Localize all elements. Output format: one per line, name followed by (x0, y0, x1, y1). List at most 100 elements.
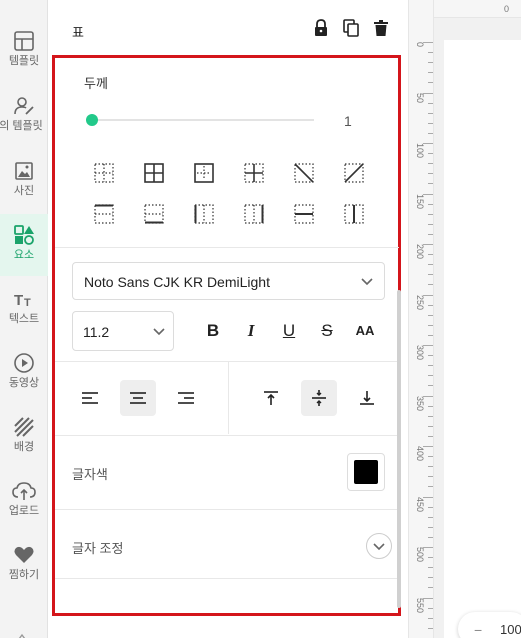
thickness-slider-thumb[interactable] (86, 114, 98, 126)
canvas-page[interactable] (444, 40, 521, 638)
vertical-ruler: 0 50 100 150 200 250 300 350 400 450 500 550 (408, 0, 434, 638)
italic-button[interactable]: I (237, 318, 265, 344)
ruler-tick (428, 223, 433, 225)
border-inner-icon[interactable] (244, 163, 264, 183)
ruler-tick (428, 415, 433, 417)
ruler-tick (428, 153, 433, 155)
valign-top-button[interactable] (253, 380, 289, 416)
ruler-tick (428, 102, 433, 104)
ruler-tick (428, 163, 433, 165)
text-case-button[interactable]: AA (351, 318, 379, 344)
ruler-tick (428, 112, 433, 114)
sidebar-item-templates[interactable]: 템플릿 (0, 30, 48, 92)
ruler-tick (428, 587, 433, 589)
person-edit-icon (14, 97, 34, 115)
ruler-tick (428, 52, 433, 54)
text-adjust-label: 글자 조정 (72, 541, 124, 556)
border-bottom-icon[interactable] (144, 204, 164, 224)
ruler-tick (428, 375, 433, 377)
ruler-tick (428, 516, 433, 518)
border-outer-icon[interactable] (194, 163, 214, 183)
panel-scrollbar[interactable] (397, 290, 401, 608)
border-diagonal-up-icon[interactable] (344, 163, 364, 183)
font-size-value: 11.2 (83, 324, 110, 340)
top-ruler-label: 0 (504, 4, 510, 14)
sidebar-item-label: 찜하기 (8, 569, 40, 581)
ruler-tick (423, 395, 433, 397)
valign-bottom-button[interactable] (349, 380, 385, 416)
align-right-button[interactable] (168, 380, 204, 416)
sidebar-item-photos[interactable]: 사진 (0, 160, 48, 222)
ruler-tick (428, 72, 433, 74)
sidebar-item-label: 사진 (13, 185, 35, 197)
strikethrough-button[interactable]: S (313, 318, 341, 344)
panel-header: 표 (48, 0, 408, 56)
font-family-value: Noto Sans CJK KR DemiLight (84, 274, 270, 290)
align-left-icon (82, 392, 98, 404)
sidebar-item-video[interactable]: 동영상 (0, 352, 48, 414)
ruler-label: 250 (415, 294, 425, 310)
ruler-label: 450 (415, 496, 425, 512)
border-right-icon[interactable] (244, 204, 264, 224)
ruler-tick (428, 233, 433, 235)
zoom-control[interactable]: − 100 (458, 612, 521, 638)
ruler-tick (423, 42, 433, 43)
divider (228, 362, 229, 434)
border-vertical-icon[interactable] (344, 204, 364, 224)
align-center-button[interactable] (120, 380, 156, 416)
bold-button[interactable]: B (199, 318, 227, 344)
border-diagonal-down-icon[interactable] (294, 163, 314, 183)
ruler-tick (428, 254, 433, 256)
ruler-label: 150 (415, 193, 425, 209)
sidebar-item-label: 의 템플릿 (0, 120, 43, 132)
ruler-label: 350 (415, 395, 425, 411)
lock-icon[interactable] (311, 18, 331, 38)
sidebar-item-my-templates[interactable]: 의 템플릿 (0, 95, 48, 157)
sidebar-item-elements[interactable]: 요소 (0, 214, 48, 276)
chevron-down-icon (373, 543, 385, 551)
ruler-tick (423, 345, 433, 346)
sidebar-item-favorites[interactable]: 찜하기 (0, 544, 48, 606)
sidebar-item-background[interactable]: 배경 (0, 416, 48, 478)
ruler-label: 400 (415, 446, 425, 462)
ruler-tick (428, 62, 433, 64)
ruler-tick (428, 557, 433, 559)
ruler-tick (428, 213, 433, 215)
border-top-icon[interactable] (94, 204, 114, 224)
sidebar-item-text[interactable]: TT 텍스트 (0, 288, 48, 350)
thickness-slider-track[interactable] (92, 119, 314, 121)
ruler-label: 50 (415, 92, 425, 103)
text-adjust-expand-button[interactable] (366, 533, 392, 559)
border-left-icon[interactable] (194, 204, 214, 224)
ruler-tick (428, 425, 433, 427)
text-color-label: 글자색 (72, 467, 108, 482)
align-right-icon (178, 392, 194, 404)
ruler-label: 100 (415, 143, 425, 159)
trash-icon[interactable] (371, 18, 391, 38)
text-color-swatch[interactable] (347, 453, 385, 491)
ruler-tick (423, 143, 433, 144)
ruler-tick (428, 456, 433, 458)
color-fill (354, 460, 378, 484)
border-none-icon[interactable] (94, 163, 114, 183)
ruler-tick (423, 496, 433, 498)
border-all-icon[interactable] (144, 163, 164, 183)
ruler-tick (428, 476, 433, 478)
underline-button[interactable]: U (275, 318, 303, 344)
panel-title: 표 (72, 25, 84, 40)
collapse-chevron-icon[interactable] (16, 628, 30, 638)
valign-middle-button[interactable] (301, 380, 337, 416)
font-size-select[interactable]: 11.2 (72, 311, 174, 351)
align-left-button[interactable] (72, 380, 108, 416)
ruler-tick (423, 193, 433, 195)
ruler-tick (428, 627, 433, 629)
border-horizontal-icon[interactable] (294, 204, 314, 224)
ruler-tick (428, 284, 433, 286)
background-hatch-icon (14, 417, 34, 437)
font-family-select[interactable]: Noto Sans CJK KR DemiLight (72, 262, 385, 300)
sidebar-item-label: 요소 (13, 249, 35, 261)
left-sidebar: 템플릿 의 템플릿 사진 요소 TT 텍스트 동영상 배경 업로드 찜하기 (0, 0, 48, 638)
copy-icon[interactable] (341, 18, 361, 38)
sidebar-item-upload[interactable]: 업로드 (0, 480, 48, 542)
zoom-out-button[interactable]: − (474, 622, 482, 638)
